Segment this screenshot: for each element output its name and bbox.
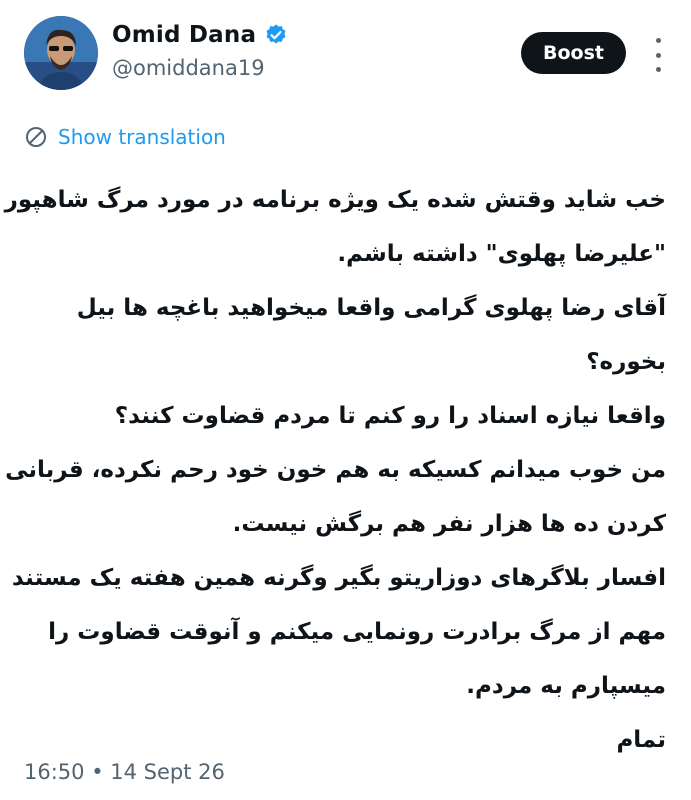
tweet-timestamp[interactable]: 16:50 • 14 Sept 26 <box>24 760 225 784</box>
tweet-header: Omid Dana @omiddana19 Boost <box>24 16 670 90</box>
tweet-line: "علیرضا پهلوی" داشته باشم. <box>337 241 666 267</box>
tweet-line: واقعا نیازه اسناد را رو کنم تا مردم قضاو… <box>114 403 666 429</box>
tweet-line: من خوب میدانم کسیکه به هم خون خود رحم نک… <box>5 457 666 483</box>
tweet-line: افسار بلاگرهای دوزاریتو بگیر وگرنه همین … <box>11 565 666 591</box>
boost-button[interactable]: Boost <box>521 32 626 74</box>
show-translation-link[interactable]: Show translation <box>24 125 226 149</box>
tweet-line: خب شاید وقتش شده یک ویژه برنامه در مورد … <box>4 187 666 213</box>
tweet-line: مهم از مرگ برادرت رونمایی میکنم و آنوقت … <box>48 619 666 645</box>
tweet-line: آقای رضا پهلوی گرامی واقعا میخواهید باغچ… <box>76 295 666 321</box>
tweet-line: تمام <box>616 727 666 753</box>
more-options-icon[interactable] <box>646 38 670 72</box>
author-info: Omid Dana @omiddana19 <box>112 22 288 80</box>
verified-badge-icon <box>264 23 288 47</box>
tweet-line: میسپارم به مردم. <box>466 673 666 699</box>
avatar[interactable] <box>24 16 98 90</box>
tweet-text: خب شاید وقتش شده یک ویژه برنامه در مورد … <box>4 173 666 767</box>
user-handle[interactable]: @omiddana19 <box>112 56 288 80</box>
translate-globe-icon <box>24 125 48 149</box>
display-name[interactable]: Omid Dana <box>112 22 256 48</box>
tweet-line: کردن ده ها هزار نفر هم برگش نیست. <box>232 511 666 537</box>
show-translation-label[interactable]: Show translation <box>58 125 226 149</box>
tweet-line: بخوره؟ <box>586 349 666 375</box>
